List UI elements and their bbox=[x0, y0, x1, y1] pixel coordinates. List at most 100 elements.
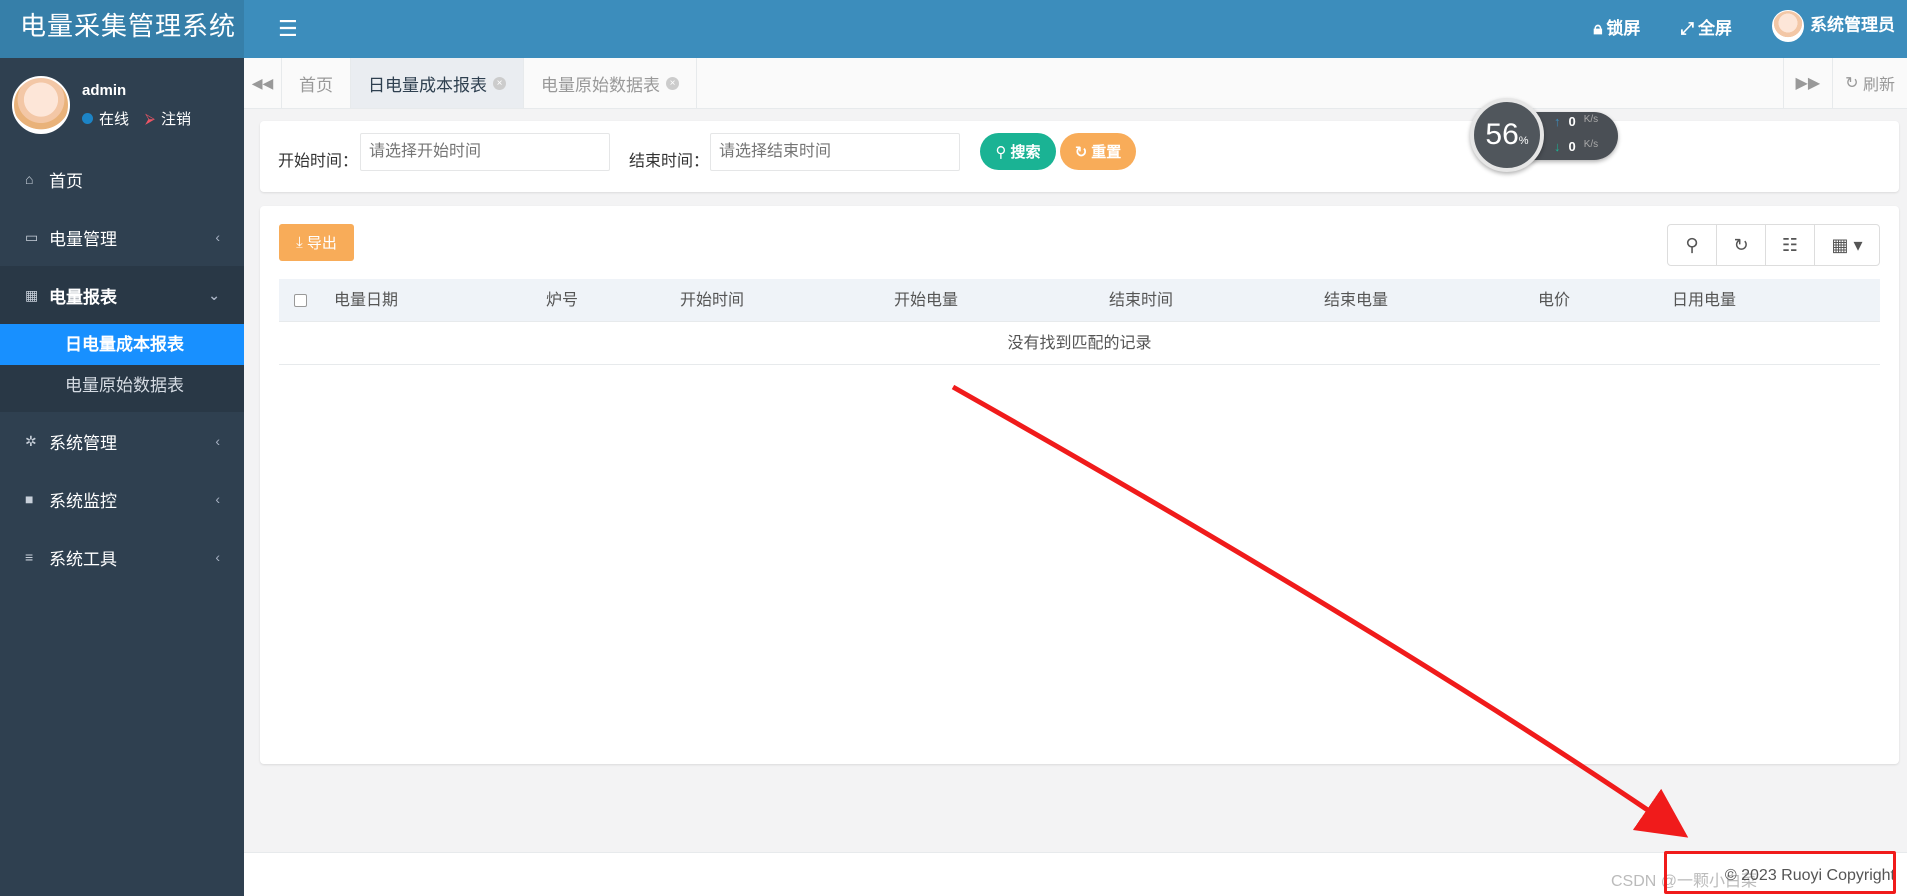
grid-icon: ▦ ▾ bbox=[1831, 234, 1863, 255]
sidebar-item-system-mgmt[interactable]: ✲ 系统管理 ‹ bbox=[0, 412, 244, 470]
column-header[interactable]: 结束电量 bbox=[1324, 279, 1388, 322]
annotation-highlight-box bbox=[1664, 851, 1896, 894]
sidebar-item-label: 系统监控 bbox=[49, 491, 117, 511]
download-speed: ↓ 0 K/s bbox=[1554, 139, 1614, 154]
sidebar-item-power-mgmt[interactable]: ▭ 电量管理 ‹ bbox=[0, 208, 244, 266]
start-time-label: 开始时间： bbox=[278, 153, 359, 170]
logout-icon[interactable]: ⮚ bbox=[145, 110, 155, 127]
speed-percent: 56% bbox=[1470, 98, 1544, 172]
end-time-label: 结束时间： bbox=[629, 153, 710, 170]
fullscreen-button[interactable]: ⤢ 全屏 bbox=[1680, 14, 1732, 39]
submenu-power-report: 日电量成本报表 电量原始数据表 bbox=[0, 324, 244, 412]
navbar-actions: 🔒︎ 锁屏 ⤢ 全屏 系统管理员 bbox=[1593, 0, 1895, 52]
chevron-down-icon: ⌄ bbox=[208, 286, 220, 303]
tabs-scroll-right-button[interactable]: ▶▶ bbox=[1782, 58, 1833, 108]
refresh-icon: ↻ bbox=[1845, 75, 1859, 92]
column-header[interactable]: 电量日期 bbox=[334, 279, 398, 322]
reset-button[interactable]: ↻ 重置 bbox=[1060, 133, 1136, 170]
export-button[interactable]: ⤓ 导出 bbox=[279, 224, 354, 261]
user-menu[interactable]: 系统管理员 bbox=[1772, 10, 1895, 42]
bars-icon: ≡ bbox=[25, 549, 34, 565]
footer: CSDN @一颗小白菜 © 2023 Ruoyi Copyright bbox=[244, 852, 1907, 896]
empty-table-message: 没有找到匹配的记录 bbox=[279, 322, 1880, 365]
logout-link[interactable]: 注销 bbox=[161, 108, 191, 129]
column-header[interactable]: 结束时间 bbox=[1109, 279, 1173, 322]
refresh-icon: ↻ bbox=[1074, 143, 1088, 161]
search-icon: ⚲ bbox=[995, 143, 1007, 161]
close-icon[interactable]: × bbox=[493, 76, 506, 90]
sidebar-item-home[interactable]: ⌂ 首页 bbox=[0, 150, 244, 208]
sidebar-item-label: 首页 bbox=[49, 171, 83, 191]
tab-daily-cost[interactable]: 日电量成本报表 × bbox=[351, 58, 524, 108]
chevron-left-icon: ‹ bbox=[215, 491, 220, 507]
arrow-down-icon: ↓ bbox=[1554, 139, 1561, 154]
forward-icon: ▶▶ bbox=[1795, 75, 1821, 92]
sidebar-item-system-tools[interactable]: ≡ 系统工具 ‹ bbox=[0, 528, 244, 586]
tab-label: 电量原始数据表 bbox=[541, 75, 660, 95]
sidebar-item-system-monitor[interactable]: ■ 系统监控 ‹ bbox=[0, 470, 244, 528]
menu-toggle-icon[interactable]: ☰ bbox=[278, 16, 298, 42]
online-dot-icon bbox=[82, 113, 93, 124]
sidebar-item-label: 电量报表 bbox=[49, 287, 117, 307]
sidebar-subitem-daily-cost[interactable]: 日电量成本报表 bbox=[0, 324, 244, 365]
user-menu-label: 系统管理员 bbox=[1810, 15, 1895, 35]
select-all-checkbox[interactable] bbox=[294, 294, 307, 307]
user-status: 在线 ⮚ 注销 bbox=[82, 108, 191, 129]
lock-screen-button[interactable]: 🔒︎ 锁屏 bbox=[1593, 14, 1640, 39]
search-form: 开始时间： 结束时间： ⚲搜索 ↻重置 bbox=[260, 121, 1899, 192]
page-tabs: ◀◀ 首页 日电量成本报表 × 电量原始数据表 × ▶▶ ↻ 刷新 bbox=[244, 58, 1907, 109]
column-header[interactable]: 开始电量 bbox=[894, 279, 958, 322]
end-time-input[interactable] bbox=[710, 133, 960, 171]
sidebar-item-label: 电量管理 bbox=[49, 229, 117, 249]
export-label: 导出 bbox=[306, 235, 337, 252]
fullscreen-label: 全屏 bbox=[1698, 18, 1732, 38]
sidebar-item-power-report[interactable]: ▦ 电量报表 ⌄ bbox=[0, 266, 244, 324]
search-button[interactable]: ⚲ 搜索 bbox=[980, 133, 1056, 170]
columns-button[interactable]: ▦ ▾ bbox=[1815, 225, 1879, 265]
user-panel: admin 在线 ⮚ 注销 bbox=[0, 58, 244, 150]
user-name: admin bbox=[82, 82, 127, 99]
app-title: 电量采集管理系统 bbox=[0, 0, 244, 58]
speed-percent-unit: % bbox=[1518, 135, 1529, 147]
tabs-scroll-left-button[interactable]: ◀◀ bbox=[244, 58, 282, 108]
toggle-view-button[interactable]: ☷ bbox=[1766, 225, 1815, 265]
backward-icon: ◀◀ bbox=[251, 74, 274, 91]
online-label: 在线 bbox=[99, 111, 130, 128]
home-icon: ⌂ bbox=[25, 171, 34, 187]
refresh-tab-button[interactable]: ↻ 刷新 bbox=[1832, 58, 1907, 108]
avatar bbox=[1772, 10, 1804, 42]
tab-label: 首页 bbox=[299, 75, 333, 95]
tab-raw-data[interactable]: 电量原始数据表 × bbox=[524, 58, 697, 108]
reset-button-label: 重置 bbox=[1091, 144, 1122, 161]
speed-percent-value: 56 bbox=[1485, 118, 1519, 151]
toggle-search-button[interactable]: ⚲ bbox=[1668, 225, 1717, 265]
lock-icon: 🔒︎ bbox=[1593, 18, 1603, 38]
close-icon[interactable]: × bbox=[666, 76, 679, 90]
upload-value: 0 bbox=[1568, 114, 1576, 129]
report-table-panel: ⤓ 导出 ⚲ ↻ ☷ ▦ ▾ 电量日期 炉号 开始时间 开始电量 结束时间 结束电… bbox=[260, 206, 1899, 764]
download-unit: K/s bbox=[1583, 139, 1599, 150]
column-header[interactable]: 电价 bbox=[1538, 279, 1570, 322]
tab-label: 日电量成本报表 bbox=[368, 75, 487, 95]
sidebar: 电量采集管理系统 admin 在线 ⮚ 注销 ⌂ 首页 ▭ 电量管理 ‹ ▦ 电… bbox=[0, 0, 244, 896]
table-toolbar: ⚲ ↻ ☷ ▦ ▾ bbox=[1667, 224, 1880, 266]
column-header[interactable]: 开始时间 bbox=[680, 279, 744, 322]
table-header: 电量日期 炉号 开始时间 开始电量 结束时间 结束电量 电价 日用电量 bbox=[279, 279, 1880, 322]
battery-icon: ▭ bbox=[25, 228, 39, 245]
lock-label: 锁屏 bbox=[1606, 18, 1641, 38]
avatar[interactable] bbox=[12, 76, 70, 134]
refresh-label: 刷新 bbox=[1862, 77, 1895, 94]
expand-icon: ⤢ bbox=[1680, 18, 1694, 38]
start-time-input[interactable] bbox=[360, 133, 610, 171]
tab-home[interactable]: 首页 bbox=[282, 58, 351, 108]
speed-widget[interactable]: 56% ↑ 0 K/s ↓ 0 K/s bbox=[1470, 98, 1620, 172]
column-header[interactable]: 炉号 bbox=[546, 279, 578, 322]
search-icon: ⚲ bbox=[1685, 234, 1699, 255]
download-value: 0 bbox=[1568, 139, 1576, 154]
column-header[interactable]: 日用电量 bbox=[1672, 279, 1736, 322]
refresh-table-button[interactable]: ↻ bbox=[1717, 225, 1766, 265]
top-navbar: ☰ 🔒︎ 锁屏 ⤢ 全屏 系统管理员 bbox=[244, 0, 1907, 58]
list-icon: ☷ bbox=[1781, 234, 1799, 255]
sidebar-subitem-raw-data[interactable]: 电量原始数据表 bbox=[0, 365, 244, 406]
chevron-left-icon: ‹ bbox=[215, 549, 220, 565]
